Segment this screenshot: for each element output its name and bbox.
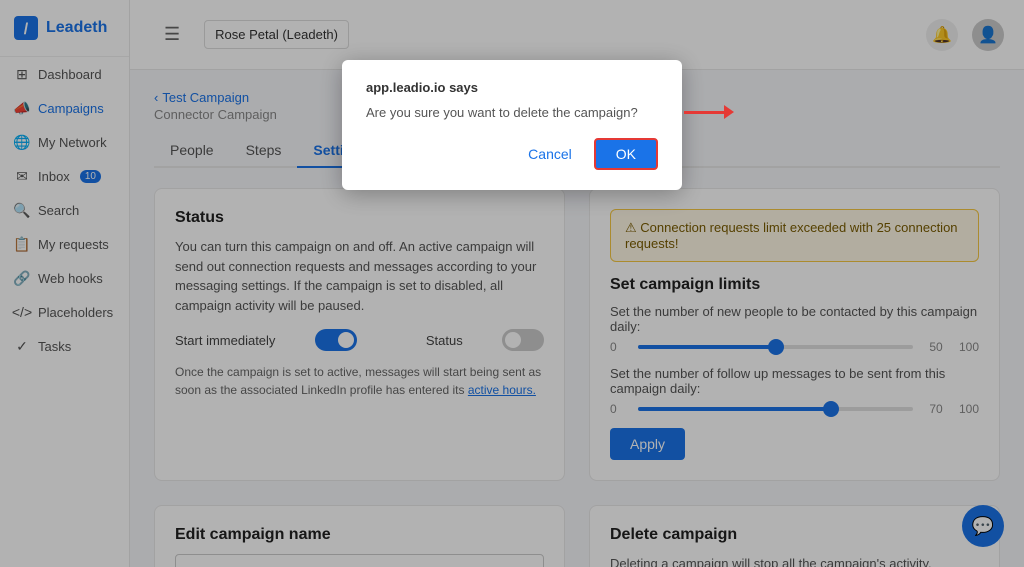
dialog-wrapper: app.leadio.io says Are you sure you want…: [342, 0, 682, 190]
arrow-indicator: [684, 105, 734, 119]
dialog-site: app.leadio.io says: [366, 80, 658, 95]
confirm-dialog: app.leadio.io says Are you sure you want…: [342, 60, 682, 190]
dialog-ok-button[interactable]: OK: [594, 138, 658, 170]
dialog-actions: Cancel OK: [366, 138, 658, 170]
dialog-cancel-button[interactable]: Cancel: [516, 138, 584, 170]
dialog-message: Are you sure you want to delete the camp…: [366, 105, 658, 120]
arrow-body: [684, 111, 724, 114]
arrow-head: [724, 105, 734, 119]
dialog-overlay: app.leadio.io says Are you sure you want…: [0, 0, 1024, 567]
